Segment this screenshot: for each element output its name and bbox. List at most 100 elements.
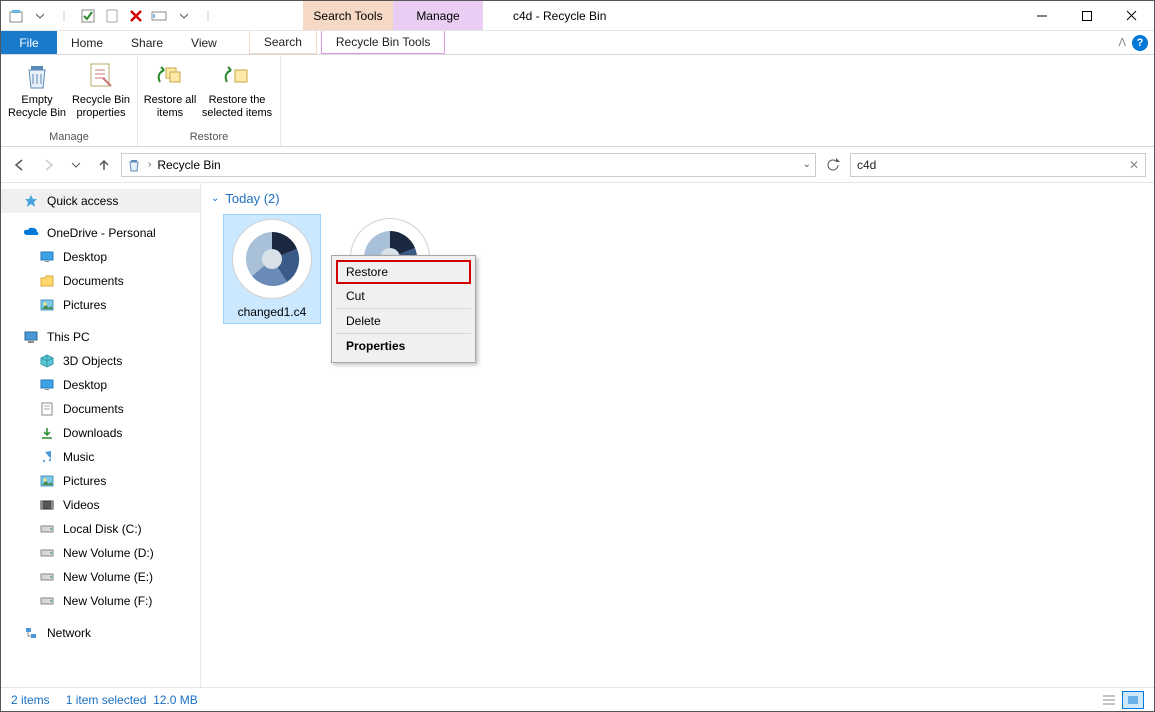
restore-selected-icon [221,60,253,92]
sidebar-item-volume-d[interactable]: New Volume (D:) [1,541,200,565]
nav-history-dropdown[interactable] [65,154,87,176]
maximize-button[interactable] [1064,1,1109,30]
restore-all-button[interactable]: Restore all items [142,57,198,129]
download-icon [39,425,55,441]
view-large-icons-button[interactable] [1122,691,1144,709]
address-location: Recycle Bin [157,158,220,172]
status-item-count: 2 items [11,693,50,707]
pictures-icon [39,473,55,489]
sidebar-item-downloads[interactable]: Downloads [1,421,200,445]
minimize-button[interactable] [1019,1,1064,30]
sidebar-item-network[interactable]: Network [1,621,200,645]
help-icon[interactable]: ? [1132,35,1148,51]
qat-rename-icon[interactable] [149,5,171,27]
status-selection: 1 item selected [66,693,147,707]
body: Quick access OneDrive - Personal Desktop… [1,183,1154,687]
pc-icon [23,329,39,345]
pictures-icon [39,297,55,313]
address-box[interactable]: › Recycle Bin ⌄ [121,153,816,177]
sidebar-item-3d-objects[interactable]: 3D Objects [1,349,200,373]
recycle-bin-properties-button[interactable]: Recycle Bin properties [69,57,133,129]
context-menu-restore[interactable]: Restore [336,260,471,284]
sidebar-item-pictures[interactable]: Pictures [1,469,200,493]
empty-recycle-bin-button[interactable]: Empty Recycle Bin [5,57,69,129]
titlebar: Search Tools Manage c4d - Recycle Bin [1,1,1154,31]
qat-recycle-icon[interactable] [5,5,27,27]
window-title: c4d - Recycle Bin [483,1,1019,30]
recycle-bin-icon [21,60,53,92]
qat-dropdown-icon[interactable] [29,5,51,27]
tab-file[interactable]: File [1,31,57,54]
tab-view[interactable]: View [177,31,231,54]
sidebar-item-volume-e[interactable]: New Volume (E:) [1,565,200,589]
music-icon [39,449,55,465]
restore-selected-button[interactable]: Restore the selected items [198,57,276,129]
chevron-right-icon[interactable]: › [148,159,151,170]
tab-recycle-bin-tools[interactable]: Recycle Bin Tools [321,31,446,54]
clear-search-icon[interactable]: ✕ [1129,158,1139,172]
qat-delete-icon[interactable] [125,5,147,27]
sidebar-item-od-documents[interactable]: Documents [1,269,200,293]
view-details-button[interactable] [1098,691,1120,709]
video-icon [39,497,55,513]
status-size: 12.0 MB [153,693,198,707]
nav-up-button[interactable] [93,154,115,176]
file-item-selected[interactable]: changed1.c4 [223,214,321,324]
context-menu-cut[interactable]: Cut [336,284,471,309]
tab-share[interactable]: Share [117,31,177,54]
context-tab-search[interactable]: Search Tools [303,1,393,30]
sidebar-item-onedrive[interactable]: OneDrive - Personal [1,221,200,245]
sidebar-item-documents[interactable]: Documents [1,397,200,421]
close-button[interactable] [1109,1,1154,30]
context-menu-properties[interactable]: Properties [336,334,471,358]
sidebar-item-desktop[interactable]: Desktop [1,373,200,397]
sidebar-item-local-disk-c[interactable]: Local Disk (C:) [1,517,200,541]
tab-search[interactable]: Search [249,31,317,54]
sidebar-item-od-pictures[interactable]: Pictures [1,293,200,317]
documents-icon [39,401,55,417]
quick-access-toolbar [1,1,223,30]
qat-new-icon[interactable] [101,5,123,27]
ribbon-tabs: File Home Share View Search Recycle Bin … [1,31,1154,55]
qat-customize-dropdown-icon[interactable] [173,5,195,27]
ribbon-group-label-manage: Manage [49,129,89,146]
sidebar-item-videos[interactable]: Videos [1,493,200,517]
context-menu-delete[interactable]: Delete [336,309,471,334]
sidebar-item-music[interactable]: Music [1,445,200,469]
qat-properties-icon[interactable] [77,5,99,27]
drive-icon [39,569,55,585]
address-bar: › Recycle Bin ⌄ c4d ✕ [1,147,1154,183]
navigation-sidebar: Quick access OneDrive - Personal Desktop… [1,183,201,687]
c4d-file-icon [232,219,312,299]
search-value: c4d [857,158,876,172]
refresh-button[interactable] [822,154,844,176]
group-header-today[interactable]: ⌄Today (2) [211,191,1144,206]
sidebar-item-od-desktop[interactable]: Desktop [1,245,200,269]
address-dropdown-icon[interactable]: ⌄ [803,159,811,170]
folder-icon [39,273,55,289]
ribbon-group-label-restore: Restore [190,129,229,146]
nav-forward-button[interactable] [37,154,59,176]
desktop-icon [39,377,55,393]
search-box[interactable]: c4d ✕ [850,153,1146,177]
properties-icon [85,60,117,92]
cube-icon [39,353,55,369]
ribbon: Empty Recycle Bin Recycle Bin properties… [1,55,1154,147]
sidebar-item-quick-access[interactable]: Quick access [1,189,200,213]
context-tab-manage[interactable]: Manage [393,1,483,30]
restore-all-icon [154,60,186,92]
network-icon [23,625,39,641]
nav-back-button[interactable] [9,154,31,176]
file-name: changed1.c4 [238,305,307,323]
qat-divider [53,5,75,27]
qat-divider2 [197,5,219,27]
cloud-icon [23,225,39,241]
ribbon-collapse-icon[interactable]: ᐱ [1118,36,1126,49]
sidebar-item-volume-f[interactable]: New Volume (F:) [1,589,200,613]
tab-home[interactable]: Home [57,31,117,54]
star-icon [23,193,39,209]
drive-icon [39,545,55,561]
sidebar-item-this-pc[interactable]: This PC [1,325,200,349]
window-controls [1019,1,1154,30]
ribbon-group-restore: Restore all items Restore the selected i… [138,55,281,146]
